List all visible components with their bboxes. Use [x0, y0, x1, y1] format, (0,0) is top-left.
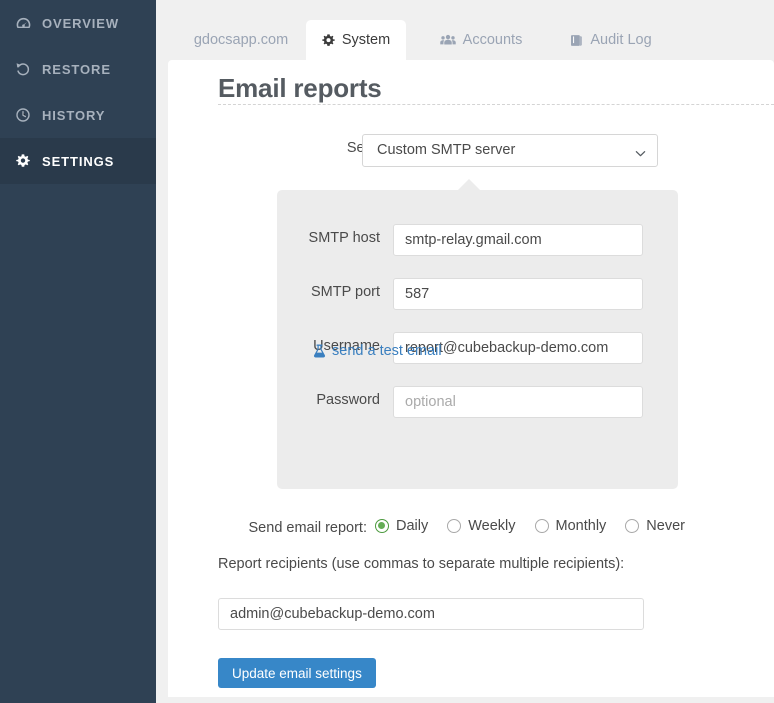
send-email-report-label: Send email report:: [168, 520, 367, 536]
tab-accounts[interactable]: Accounts: [426, 20, 536, 60]
page-title: Email reports: [218, 73, 382, 104]
sidebar-item-restore[interactable]: RESTORE: [0, 46, 156, 92]
restore-icon: [16, 61, 36, 77]
send-email-via-select[interactable]: Custom SMTP server: [362, 134, 658, 167]
smtp-password-row: Password: [168, 386, 774, 418]
sidebar-item-label: RESTORE: [42, 62, 111, 77]
dashboard-icon: [16, 15, 36, 31]
smtp-port-row: SMTP port: [168, 278, 774, 310]
send-test-email-label: send a test email: [332, 343, 442, 359]
sidebar-item-label: OVERVIEW: [42, 16, 119, 31]
radio-dot-icon: [375, 519, 389, 533]
tab-system[interactable]: System: [306, 20, 406, 60]
report-recipients-input[interactable]: [218, 598, 644, 630]
send-email-via-value: Custom SMTP server: [377, 135, 515, 166]
gear-icon: [16, 153, 36, 169]
sidebar-item-history[interactable]: HISTORY: [0, 92, 156, 138]
tab-label: gdocsapp.com: [194, 32, 288, 48]
sidebar-item-overview[interactable]: OVERVIEW: [0, 0, 156, 46]
smtp-panel-pointer: [458, 179, 480, 190]
send-email-report-row: Send email report: Daily Weekly Monthly: [168, 518, 774, 540]
radio-label: Monthly: [556, 518, 607, 534]
tab-strip: gdocsapp.com System: [156, 0, 774, 60]
smtp-password-label: Password: [168, 392, 380, 408]
radio-never[interactable]: Never: [625, 518, 685, 534]
smtp-host-row: SMTP host: [168, 224, 774, 256]
tab-gdocsapp[interactable]: gdocsapp.com: [181, 20, 301, 60]
clock-icon: [16, 107, 36, 123]
chevron-down-icon: [635, 146, 646, 157]
radio-label: Daily: [396, 518, 428, 534]
content-panel: Email reports Send email via: Custom SMT…: [168, 60, 774, 697]
gear-icon: [322, 34, 335, 47]
radio-label: Never: [646, 518, 685, 534]
radio-monthly[interactable]: Monthly: [535, 518, 607, 534]
main-area: gdocsapp.com System: [156, 0, 774, 703]
radio-label: Weekly: [468, 518, 515, 534]
flask-icon: [313, 344, 326, 358]
sidebar-item-label: HISTORY: [42, 108, 105, 123]
radio-weekly[interactable]: Weekly: [447, 518, 515, 534]
update-email-settings-button[interactable]: Update email settings: [218, 658, 376, 688]
title-divider: [218, 104, 774, 105]
tab-label: Audit Log: [590, 32, 651, 48]
radio-dot-icon: [447, 519, 461, 533]
tab-label: System: [342, 32, 390, 48]
send-test-email-link[interactable]: send a test email: [313, 343, 442, 359]
radio-dot-icon: [625, 519, 639, 533]
tab-audit-log[interactable]: Audit Log: [556, 20, 666, 60]
smtp-port-label: SMTP port: [168, 284, 380, 300]
book-icon: [570, 34, 583, 47]
sidebar-item-settings[interactable]: SETTINGS: [0, 138, 156, 184]
smtp-username-row: Username: [168, 332, 774, 364]
smtp-host-input[interactable]: [393, 224, 643, 256]
radio-dot-icon: [535, 519, 549, 533]
tab-label: Accounts: [463, 32, 523, 48]
sidebar: OVERVIEW RESTORE HISTORY: [0, 0, 156, 703]
smtp-host-label: SMTP host: [168, 230, 380, 246]
smtp-port-input[interactable]: [393, 278, 643, 310]
frequency-radio-group: Daily Weekly Monthly Never: [375, 518, 704, 534]
send-email-via-row: Send email via: Custom SMTP server: [168, 134, 774, 166]
sidebar-item-label: SETTINGS: [42, 154, 114, 169]
users-icon: [440, 34, 456, 46]
smtp-password-input[interactable]: [393, 386, 643, 418]
radio-daily[interactable]: Daily: [375, 518, 428, 534]
report-recipients-label: Report recipients (use commas to separat…: [218, 556, 624, 572]
app-root: OVERVIEW RESTORE HISTORY: [0, 0, 774, 703]
